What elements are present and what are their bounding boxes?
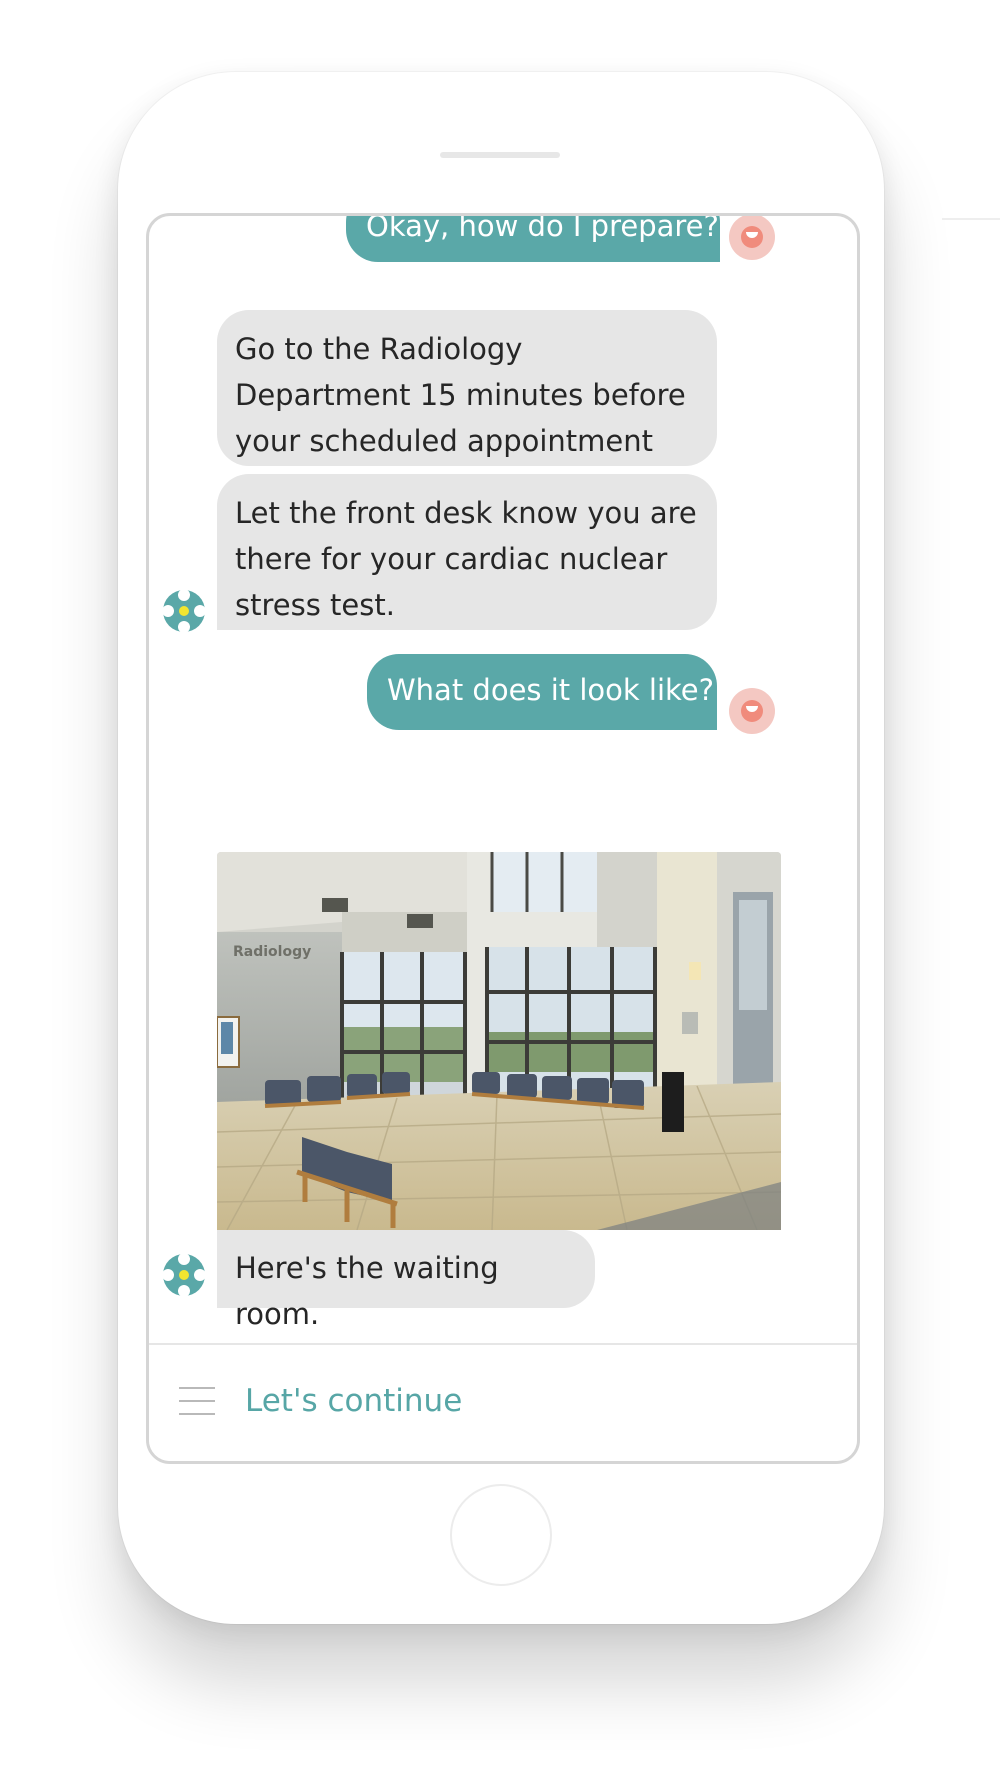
user-message-bubble: What does it look like? xyxy=(367,654,717,730)
continue-button[interactable]: Let's continue xyxy=(245,1373,462,1429)
bot-message-bubble: Let the front desk know you are there fo… xyxy=(217,474,717,630)
bot-avatar-icon xyxy=(162,1253,206,1297)
decorative-divider xyxy=(942,218,1000,220)
message-text: Okay, how do I prepare? xyxy=(366,216,719,243)
user-avatar-icon xyxy=(729,216,775,260)
chat-screen: Okay, how do I prepare? Go to the Radiol… xyxy=(146,213,860,1464)
message-text: Here's the waiting room. xyxy=(235,1251,499,1331)
waiting-room-photo[interactable]: Radiology xyxy=(217,852,781,1230)
user-avatar-icon xyxy=(729,688,775,734)
radiology-sign-text: Radiology xyxy=(233,944,311,960)
bot-message-bubble: Here's the waiting room. xyxy=(217,1230,595,1331)
bot-avatar-icon xyxy=(162,589,206,633)
phone-speaker xyxy=(440,152,560,158)
user-message-bubble: Okay, how do I prepare? xyxy=(346,216,720,262)
bot-message-bubble: Go to the Radiology Department 15 minute… xyxy=(217,310,717,504)
hamburger-menu-icon[interactable] xyxy=(179,1387,215,1415)
message-text: What does it look like? xyxy=(387,673,715,707)
chat-composer: Let's continue xyxy=(149,1343,857,1461)
home-button[interactable] xyxy=(450,1484,552,1586)
message-text: Let the front desk know you are there fo… xyxy=(235,496,697,622)
chat-transcript[interactable]: Okay, how do I prepare? Go to the Radiol… xyxy=(149,216,857,1343)
